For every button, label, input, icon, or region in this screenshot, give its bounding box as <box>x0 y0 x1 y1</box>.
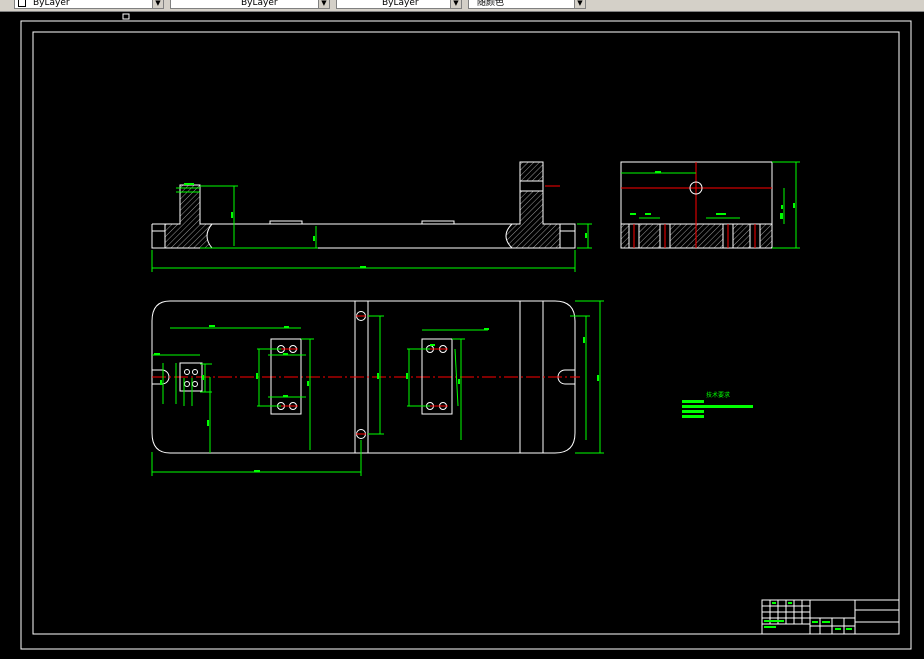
chevron-down-icon[interactable]: ▼ <box>450 0 461 8</box>
plotstyle-control-combo[interactable]: 随颜色 ▼ <box>468 0 586 9</box>
plotstyle-combo-value: 随颜色 <box>477 0 505 8</box>
color-combo-value: ByLayer <box>33 0 70 8</box>
title-block[interactable] <box>761 599 900 635</box>
lineweight-combo-value: ByLayer <box>382 0 419 8</box>
color-control-combo[interactable]: ByLayer ▼ <box>14 0 164 9</box>
technical-requirements-title: 技术要求 <box>706 391 730 399</box>
drawing-canvas[interactable]: 技术要求 <box>0 11 924 659</box>
chevron-down-icon[interactable]: ▼ <box>574 0 585 8</box>
linetype-combo-value: ByLayer <box>241 0 278 8</box>
chevron-down-icon[interactable]: ▼ <box>152 0 163 8</box>
top-view[interactable] <box>151 300 604 476</box>
front-view[interactable] <box>151 161 592 272</box>
lineweight-control-combo[interactable]: ByLayer ▼ <box>336 0 462 9</box>
linetype-control-combo[interactable]: ByLayer ▼ <box>170 0 330 9</box>
inner-drawing-frame <box>32 31 900 635</box>
cursor-marker-icon <box>122 13 130 20</box>
technical-requirements-note: 技术要求 <box>682 391 753 418</box>
color-swatch-icon <box>18 0 26 7</box>
side-view[interactable] <box>620 161 800 249</box>
chevron-down-icon[interactable]: ▼ <box>318 0 329 8</box>
outer-sheet-border <box>20 20 912 650</box>
